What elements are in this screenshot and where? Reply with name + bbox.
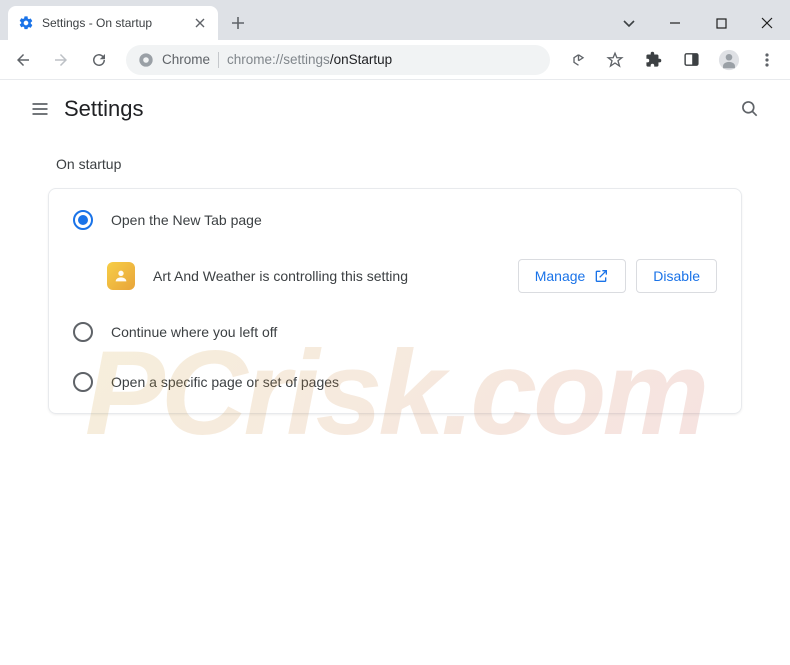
new-tab-button[interactable] (224, 9, 252, 37)
chevron-down-icon[interactable] (606, 6, 652, 40)
profile-icon[interactable] (712, 45, 746, 75)
browser-tab[interactable]: Settings - On startup (8, 6, 218, 40)
manage-button-label: Manage (535, 268, 586, 284)
extension-app-icon (107, 262, 135, 290)
disable-button-label: Disable (653, 268, 700, 284)
option-continue[interactable]: Continue where you left off (49, 307, 741, 357)
extension-notice-row: Art And Weather is controlling this sett… (49, 245, 741, 307)
chrome-logo-icon (138, 52, 154, 68)
maximize-button[interactable] (698, 6, 744, 40)
gear-icon (18, 15, 34, 31)
omnibox-url: chrome://settings/onStartup (227, 52, 392, 67)
minimize-button[interactable] (652, 6, 698, 40)
external-link-icon (593, 268, 609, 284)
option-label: Open a specific page or set of pages (111, 374, 717, 390)
settings-content: On startup Open the New Tab page Art And… (0, 138, 790, 432)
forward-button[interactable] (44, 43, 78, 77)
radio-checked-icon[interactable] (73, 210, 93, 230)
option-new-tab[interactable]: Open the New Tab page (49, 195, 741, 245)
back-button[interactable] (6, 43, 40, 77)
omnibox-origin: Chrome (162, 52, 210, 67)
settings-header: Settings (0, 80, 790, 138)
address-bar[interactable]: Chrome chrome://settings/onStartup (126, 45, 550, 75)
close-window-button[interactable] (744, 6, 790, 40)
disable-button[interactable]: Disable (636, 259, 717, 293)
extensions-icon[interactable] (636, 45, 670, 75)
window-controls (606, 6, 790, 40)
extension-notice-text: Art And Weather is controlling this sett… (153, 268, 500, 284)
menu-icon[interactable] (750, 45, 784, 75)
startup-card: Open the New Tab page Art And Weather is… (48, 188, 742, 414)
search-icon[interactable] (730, 89, 770, 129)
window-titlebar: Settings - On startup (0, 0, 790, 40)
close-icon[interactable] (192, 15, 208, 31)
bookmark-icon[interactable] (598, 45, 632, 75)
radio-unchecked-icon[interactable] (73, 372, 93, 392)
share-icon[interactable] (560, 45, 594, 75)
divider (218, 52, 219, 68)
manage-button[interactable]: Manage (518, 259, 627, 293)
reload-button[interactable] (82, 43, 116, 77)
sidepanel-icon[interactable] (674, 45, 708, 75)
option-specific[interactable]: Open a specific page or set of pages (49, 357, 741, 407)
option-label: Continue where you left off (111, 324, 717, 340)
tab-title: Settings - On startup (42, 16, 184, 30)
browser-toolbar: Chrome chrome://settings/onStartup (0, 40, 790, 80)
hamburger-menu-icon[interactable] (20, 89, 60, 129)
section-title: On startup (48, 156, 742, 172)
page-title: Settings (64, 96, 730, 122)
option-label: Open the New Tab page (111, 212, 717, 228)
radio-unchecked-icon[interactable] (73, 322, 93, 342)
